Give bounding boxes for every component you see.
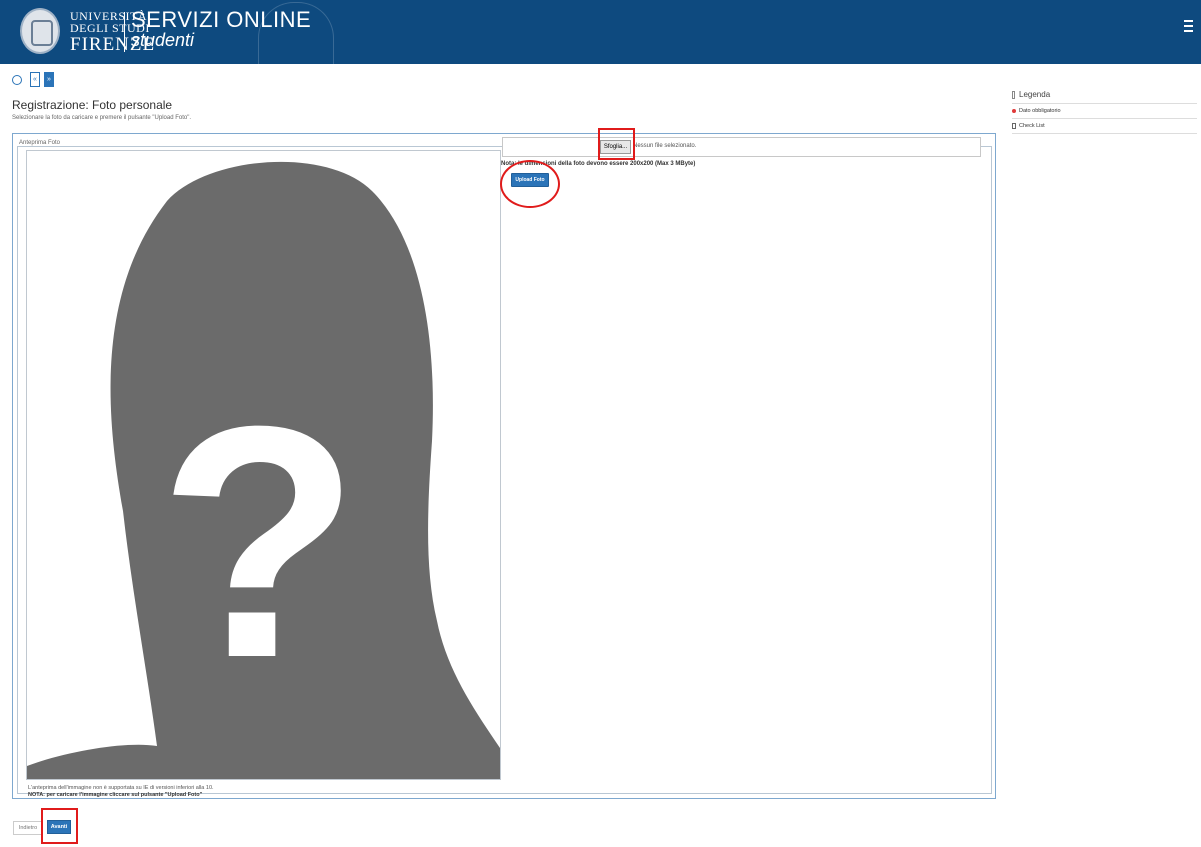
legend-item-label: Dato obbligatorio [1019, 108, 1061, 114]
next-button[interactable]: Avanti [47, 820, 71, 834]
site-header: UNIVERSITÀ DEGLI STUDI FIRENZE SERVIZI O… [0, 0, 1201, 65]
preview-support-info: L'anteprima dell'immagine non è supporta… [28, 785, 214, 791]
logo-divider [124, 12, 125, 52]
page-title: Registrazione: Foto personale [12, 98, 173, 112]
service-subtitle: studenti [131, 30, 195, 50]
placeholder-silhouette-icon: ? [27, 161, 500, 779]
legend-item-label: Check List [1019, 123, 1045, 129]
page-instruction: Selezionare la foto da caricare e premer… [12, 115, 192, 121]
statue-watermark-icon [258, 2, 334, 65]
legend-item-checklist[interactable]: Check List [1012, 119, 1197, 134]
required-dot-icon [1012, 109, 1016, 113]
hamburger-menu-icon[interactable] [1184, 20, 1193, 32]
photo-preview: ? [26, 150, 501, 780]
checklist-icon [1012, 123, 1016, 129]
browse-file-button[interactable]: Sfoglia... [600, 140, 631, 154]
fieldset-label: Anteprima Foto [19, 140, 61, 146]
prev-page-button[interactable]: « [30, 72, 40, 87]
legend-panel: Legenda Dato obbligatorio Check List [1012, 90, 1197, 134]
file-status-text: Nessun file selezionato. [633, 143, 697, 149]
dimension-note: Nota: le dimensioni della foto devono es… [501, 161, 696, 167]
legend-title: Legenda [1019, 90, 1051, 99]
upload-note: NOTA: per caricare l'immagine cliccare s… [28, 792, 203, 798]
legend-info-icon [1012, 90, 1015, 99]
upload-photo-button[interactable]: Upload Foto [511, 173, 549, 187]
legend-item-required: Dato obbligatorio [1012, 104, 1197, 119]
legend-header: Legenda [1012, 90, 1197, 104]
file-input-row [502, 137, 981, 157]
question-mark-glyph: ? [158, 357, 360, 726]
next-page-button[interactable]: » [44, 72, 54, 87]
home-icon[interactable] [12, 74, 22, 85]
back-button[interactable]: Indietro [13, 821, 43, 835]
university-seal-icon [20, 8, 60, 54]
toolbar: « » [12, 72, 54, 87]
